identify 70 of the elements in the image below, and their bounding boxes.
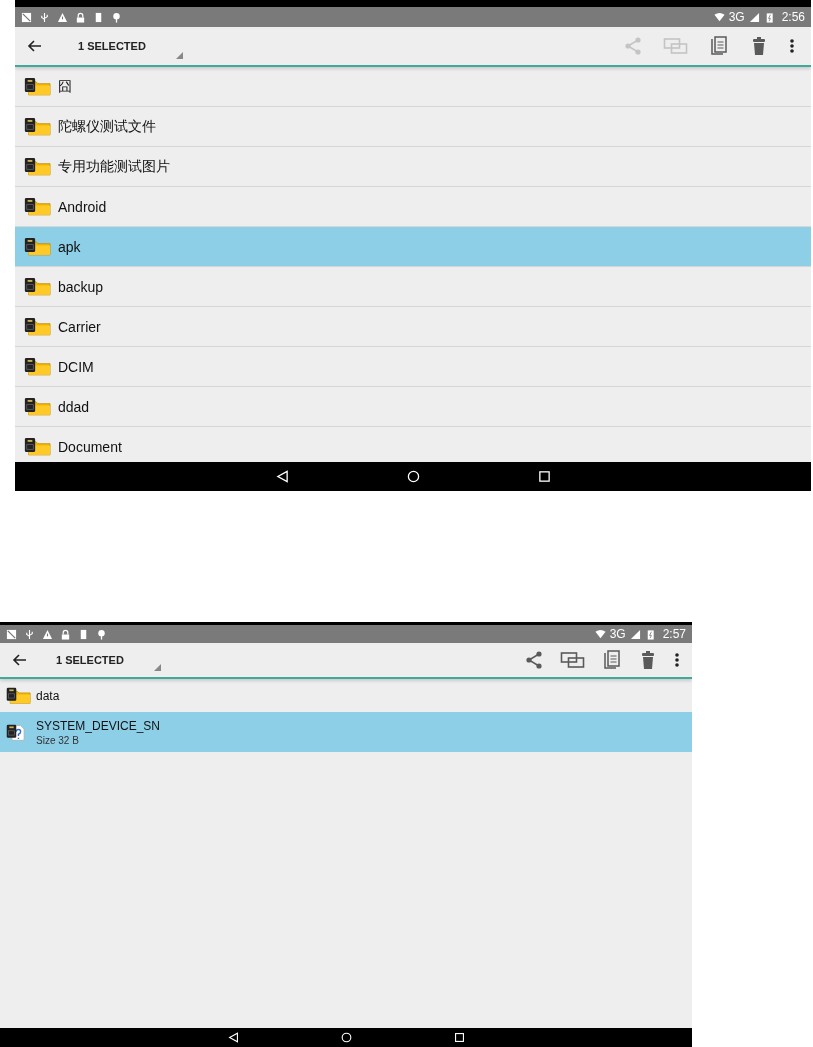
file-list-row[interactable]: SYSTEM_DEVICE_SN Size 32 B (0, 712, 692, 752)
warning-icon (57, 11, 68, 23)
move-icon[interactable] (560, 650, 586, 670)
folder-icon (23, 277, 51, 296)
home-icon[interactable] (406, 470, 420, 483)
folder-icon (23, 317, 51, 336)
home-icon[interactable] (340, 1032, 352, 1043)
file-name: apk (58, 238, 81, 255)
copy-icon[interactable] (709, 36, 729, 56)
folder-icon (23, 157, 51, 176)
folder-icon (5, 686, 31, 705)
warning-icon (42, 628, 53, 640)
file-name: Android (58, 198, 107, 215)
clock-time: 2:56 (781, 10, 805, 24)
selection-count-dropdown[interactable]: 1 SELECTED (78, 40, 146, 52)
lock-icon (75, 11, 86, 23)
lock-icon (60, 628, 71, 640)
wifi-icon (713, 11, 725, 23)
file-list-row[interactable]: Carrier (15, 307, 811, 347)
file-list-row[interactable]: data (0, 679, 692, 712)
file-name: 囧 (58, 77, 72, 96)
folder-icon (23, 357, 51, 376)
file-list-row[interactable]: DCIM (15, 347, 811, 387)
back-arrow-icon[interactable] (12, 652, 28, 668)
back-icon[interactable] (275, 470, 289, 483)
dropdown-corner-icon (175, 52, 183, 59)
network-type: 3G (609, 627, 626, 641)
file-name: ddad (58, 398, 90, 415)
file-name: DCIM (58, 358, 94, 375)
selection-count-dropdown[interactable]: 1 SELECTED (56, 654, 124, 666)
file-name: 专用功能测试图片 (58, 157, 170, 176)
file-name: backup (58, 278, 104, 295)
wifi-icon (594, 628, 606, 640)
folder-icon (23, 437, 51, 456)
file-name: 陀螺仪测试文件 (58, 117, 156, 136)
clock-time: 2:57 (662, 627, 686, 641)
folder-icon (23, 77, 51, 96)
dropdown-corner-icon (153, 664, 161, 671)
no-sim-icon (6, 628, 17, 640)
usb-icon (24, 628, 35, 640)
sd-card-icon (78, 628, 89, 640)
folder-icon (23, 197, 51, 216)
folder-icon (23, 117, 51, 136)
file-name: Carrier (58, 318, 101, 335)
file-list-row[interactable]: 陀螺仪测试文件 (15, 107, 811, 147)
network-type: 3G (728, 10, 745, 24)
file-list-row[interactable]: backup (15, 267, 811, 307)
more-options-icon[interactable] (789, 36, 795, 56)
file-list-row[interactable]: apk (15, 227, 811, 267)
recents-icon[interactable] (453, 1032, 465, 1043)
share-icon[interactable] (524, 650, 544, 670)
usb-icon (39, 11, 50, 23)
back-arrow-icon[interactable] (27, 38, 43, 54)
sd-card-icon (93, 11, 104, 23)
folder-icon (23, 237, 51, 256)
file-name: Document (58, 438, 122, 455)
signal-icon (629, 628, 641, 640)
signal-icon (748, 11, 760, 23)
file-size: Size 32 B (36, 734, 80, 746)
file-list-row[interactable]: ddad (15, 387, 811, 427)
file-name: SYSTEM_DEVICE_SN (36, 718, 161, 733)
recents-icon[interactable] (537, 470, 551, 483)
folder-icon (23, 397, 51, 416)
file-list-row[interactable]: 囧 (15, 67, 811, 107)
file-name: data (36, 688, 60, 703)
copy-icon[interactable] (602, 650, 622, 670)
no-sim-icon (21, 11, 32, 23)
back-icon[interactable] (227, 1032, 239, 1043)
more-options-icon[interactable] (674, 650, 680, 670)
file-list-row[interactable]: 专用功能测试图片 (15, 147, 811, 187)
